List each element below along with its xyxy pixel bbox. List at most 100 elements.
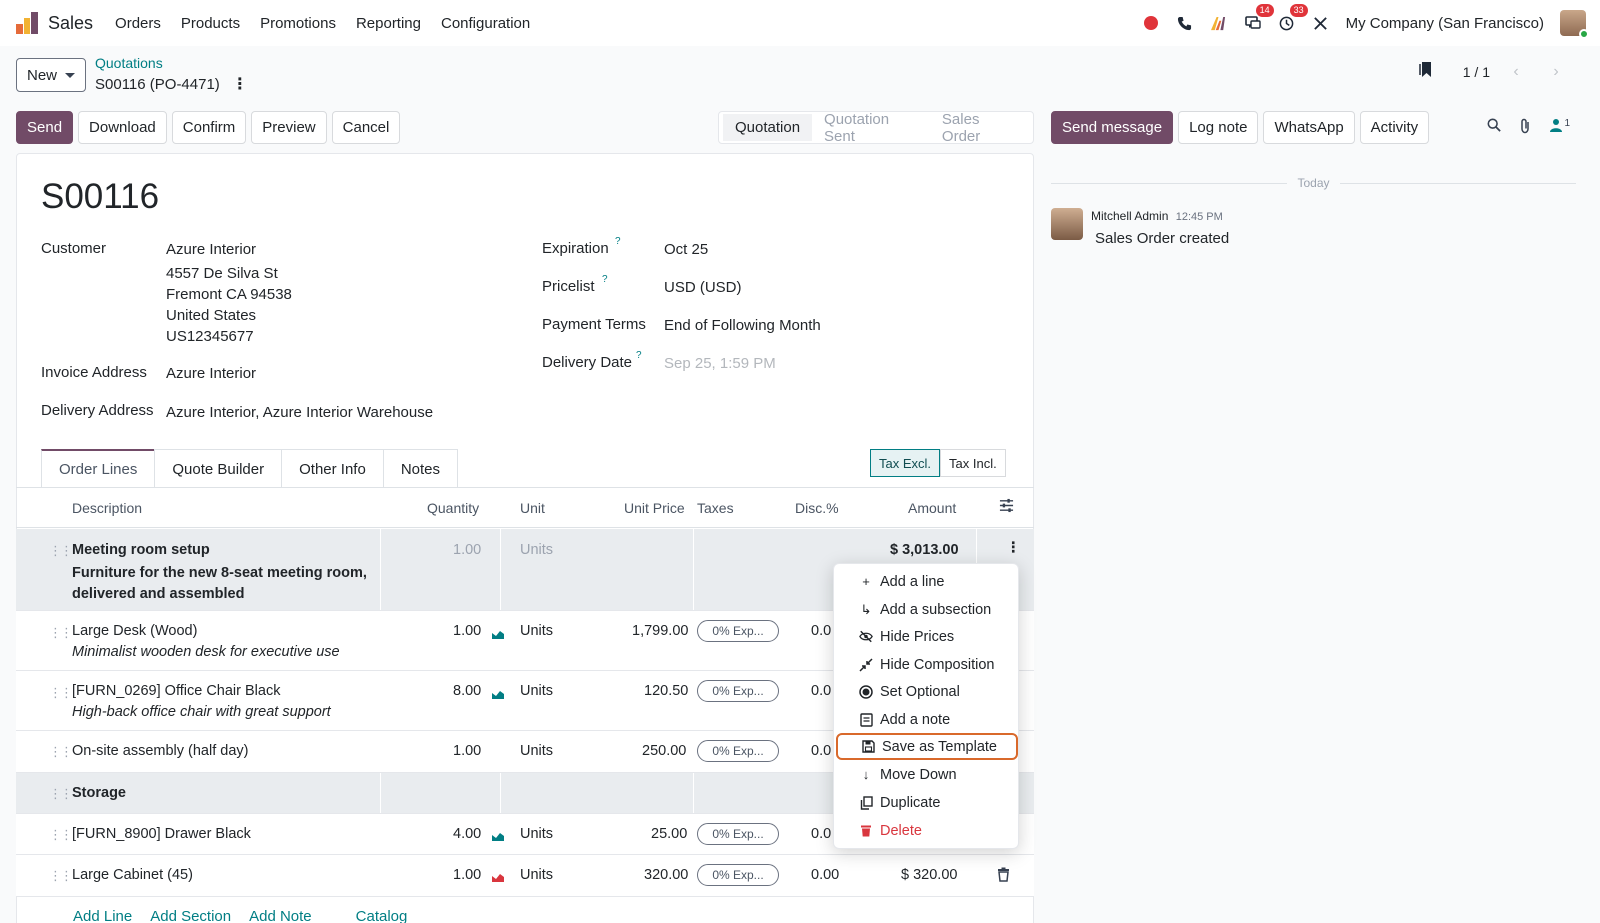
drag-handle-icon[interactable]: ⋮⋮: [49, 868, 73, 884]
section-name[interactable]: Storage: [72, 785, 126, 801]
tax-tag[interactable]: 0% Exp...: [697, 680, 779, 702]
invoice-address-field[interactable]: Azure Interior: [166, 365, 256, 382]
send-button[interactable]: Send: [16, 111, 74, 144]
drag-handle-icon[interactable]: ⋮⋮: [49, 786, 73, 802]
menu-add-note[interactable]: Add a note: [834, 706, 1020, 733]
line-discount[interactable]: 0.00: [811, 867, 839, 883]
line-unit[interactable]: Units: [520, 867, 553, 883]
pager-next-icon[interactable]: ›: [1542, 58, 1570, 86]
whatsapp-button[interactable]: WhatsApp: [1263, 111, 1355, 144]
line-quantity[interactable]: 4.00: [453, 826, 481, 842]
pager-value[interactable]: 1 / 1: [1463, 64, 1490, 80]
col-unit[interactable]: Unit: [520, 500, 545, 516]
pricelist-field[interactable]: USD (USD): [664, 279, 742, 296]
line-unit-price[interactable]: 120.50: [644, 683, 688, 699]
menu-promotions[interactable]: Promotions: [260, 15, 336, 32]
tab-notes[interactable]: Notes: [382, 449, 458, 488]
line-unit[interactable]: Units: [520, 743, 553, 759]
menu-configuration[interactable]: Configuration: [441, 15, 530, 32]
col-unit-price[interactable]: Unit Price: [624, 500, 685, 516]
menu-products[interactable]: Products: [181, 15, 240, 32]
menu-reporting[interactable]: Reporting: [356, 15, 421, 32]
tab-other-info[interactable]: Other Info: [281, 449, 384, 488]
forecast-chart-icon[interactable]: [491, 627, 505, 639]
search-icon[interactable]: [1487, 118, 1502, 138]
col-taxes[interactable]: Taxes: [697, 500, 734, 516]
log-note-button[interactable]: Log note: [1178, 111, 1259, 144]
tax-excluded-toggle[interactable]: Tax Excl.: [870, 449, 941, 477]
tax-tag[interactable]: 0% Exp...: [697, 620, 779, 642]
line-unit-price[interactable]: 320.00: [644, 867, 688, 883]
line-unit-price[interactable]: 1,799.00: [632, 623, 688, 639]
col-discount[interactable]: Disc.%: [795, 500, 839, 516]
stage-sales-order[interactable]: Sales Order: [930, 111, 1029, 145]
line-description[interactable]: High-back office chair with great suppor…: [72, 704, 331, 720]
payment-terms-field[interactable]: End of Following Month: [664, 317, 821, 334]
line-description[interactable]: Minimalist wooden desk for executive use: [72, 644, 340, 660]
menu-set-optional[interactable]: Set Optional: [834, 678, 1020, 705]
line-product[interactable]: On-site assembly (half day): [72, 743, 248, 759]
line-quantity[interactable]: 1.00: [453, 743, 481, 759]
cancel-button[interactable]: Cancel: [331, 111, 401, 144]
menu-delete[interactable]: Delete: [834, 817, 1020, 844]
record-icon[interactable]: [1142, 14, 1160, 32]
catalog-link[interactable]: Catalog: [356, 908, 408, 923]
table-row[interactable]: ⋮⋮ Large Cabinet (45) 1.00 Units 320.00 …: [16, 855, 1034, 897]
delivery-address-field[interactable]: Azure Interior, Azure Interior Warehouse: [166, 404, 433, 421]
breadcrumb-quotations[interactable]: Quotations: [95, 55, 163, 71]
line-quantity[interactable]: 8.00: [453, 683, 481, 699]
col-amount[interactable]: Amount: [908, 500, 956, 516]
download-button[interactable]: Download: [78, 111, 167, 144]
stage-quotation[interactable]: Quotation: [723, 114, 813, 141]
activity-button[interactable]: Activity: [1359, 111, 1430, 144]
message-author[interactable]: Mitchell Admin: [1091, 209, 1168, 223]
line-product[interactable]: [FURN_0269] Office Chair Black: [72, 683, 280, 699]
menu-add-subsection[interactable]: ↳ Add a subsection: [834, 596, 1020, 623]
line-unit[interactable]: Units: [520, 542, 553, 558]
customer-name[interactable]: Azure Interior: [166, 241, 256, 258]
tax-tag[interactable]: 0% Exp...: [697, 864, 779, 886]
drag-handle-icon[interactable]: ⋮⋮: [49, 543, 73, 559]
line-product[interactable]: Large Desk (Wood): [72, 623, 197, 639]
drag-handle-icon[interactable]: ⋮⋮: [49, 827, 73, 843]
menu-add-line[interactable]: + Add a line: [834, 568, 1020, 595]
line-product[interactable]: Large Cabinet (45): [72, 867, 193, 883]
line-discount[interactable]: 0.0: [811, 743, 831, 759]
menu-orders[interactable]: Orders: [115, 15, 161, 32]
forecast-chart-icon[interactable]: [491, 687, 505, 699]
menu-move-down[interactable]: ↓ Move Down: [834, 761, 1020, 788]
company-switcher[interactable]: My Company (San Francisco): [1346, 15, 1544, 32]
line-description[interactable]: Furniture for the new 8-seat meeting roo…: [72, 563, 372, 605]
menu-save-as-template[interactable]: Save as Template: [836, 733, 1018, 760]
line-unit-price[interactable]: 25.00: [651, 826, 687, 842]
expiration-field[interactable]: Oct 25: [664, 241, 708, 258]
add-line-link[interactable]: Add Line: [73, 908, 132, 923]
column-settings-icon[interactable]: [999, 498, 1014, 516]
tab-quote-builder[interactable]: Quote Builder: [154, 449, 283, 488]
record-actions-kebab-icon[interactable]: ⋮: [232, 74, 248, 94]
line-unit[interactable]: Units: [520, 683, 553, 699]
add-section-link[interactable]: Add Section: [150, 908, 231, 923]
trash-icon[interactable]: [997, 867, 1010, 886]
bookmark-icon[interactable]: [1419, 61, 1433, 83]
line-product[interactable]: [FURN_8900] Drawer Black: [72, 826, 251, 842]
tax-included-toggle[interactable]: Tax Incl.: [940, 449, 1006, 477]
user-avatar[interactable]: [1560, 10, 1589, 39]
line-quantity[interactable]: 1.00: [453, 867, 481, 883]
help-icon[interactable]: ?: [615, 236, 621, 247]
tax-tag[interactable]: 0% Exp...: [697, 823, 779, 845]
pager-previous-icon[interactable]: ‹: [1502, 58, 1530, 86]
preview-button[interactable]: Preview: [251, 111, 327, 144]
activity-clock-icon[interactable]: 33: [1278, 4, 1308, 32]
new-button[interactable]: New: [16, 58, 86, 92]
row-actions-kebab-icon[interactable]: ⋮: [1006, 540, 1021, 556]
col-description[interactable]: Description: [72, 500, 142, 516]
menu-hide-composition[interactable]: Hide Composition: [834, 651, 1020, 678]
menu-hide-prices[interactable]: Hide Prices: [834, 623, 1020, 650]
line-discount[interactable]: 0.0: [811, 826, 831, 842]
phone-icon[interactable]: [1176, 14, 1194, 32]
tools-icon[interactable]: [1312, 14, 1330, 32]
help-icon[interactable]: ?: [636, 350, 642, 361]
ai-icon[interactable]: [1210, 14, 1228, 32]
paperclip-icon[interactable]: [1519, 118, 1531, 138]
